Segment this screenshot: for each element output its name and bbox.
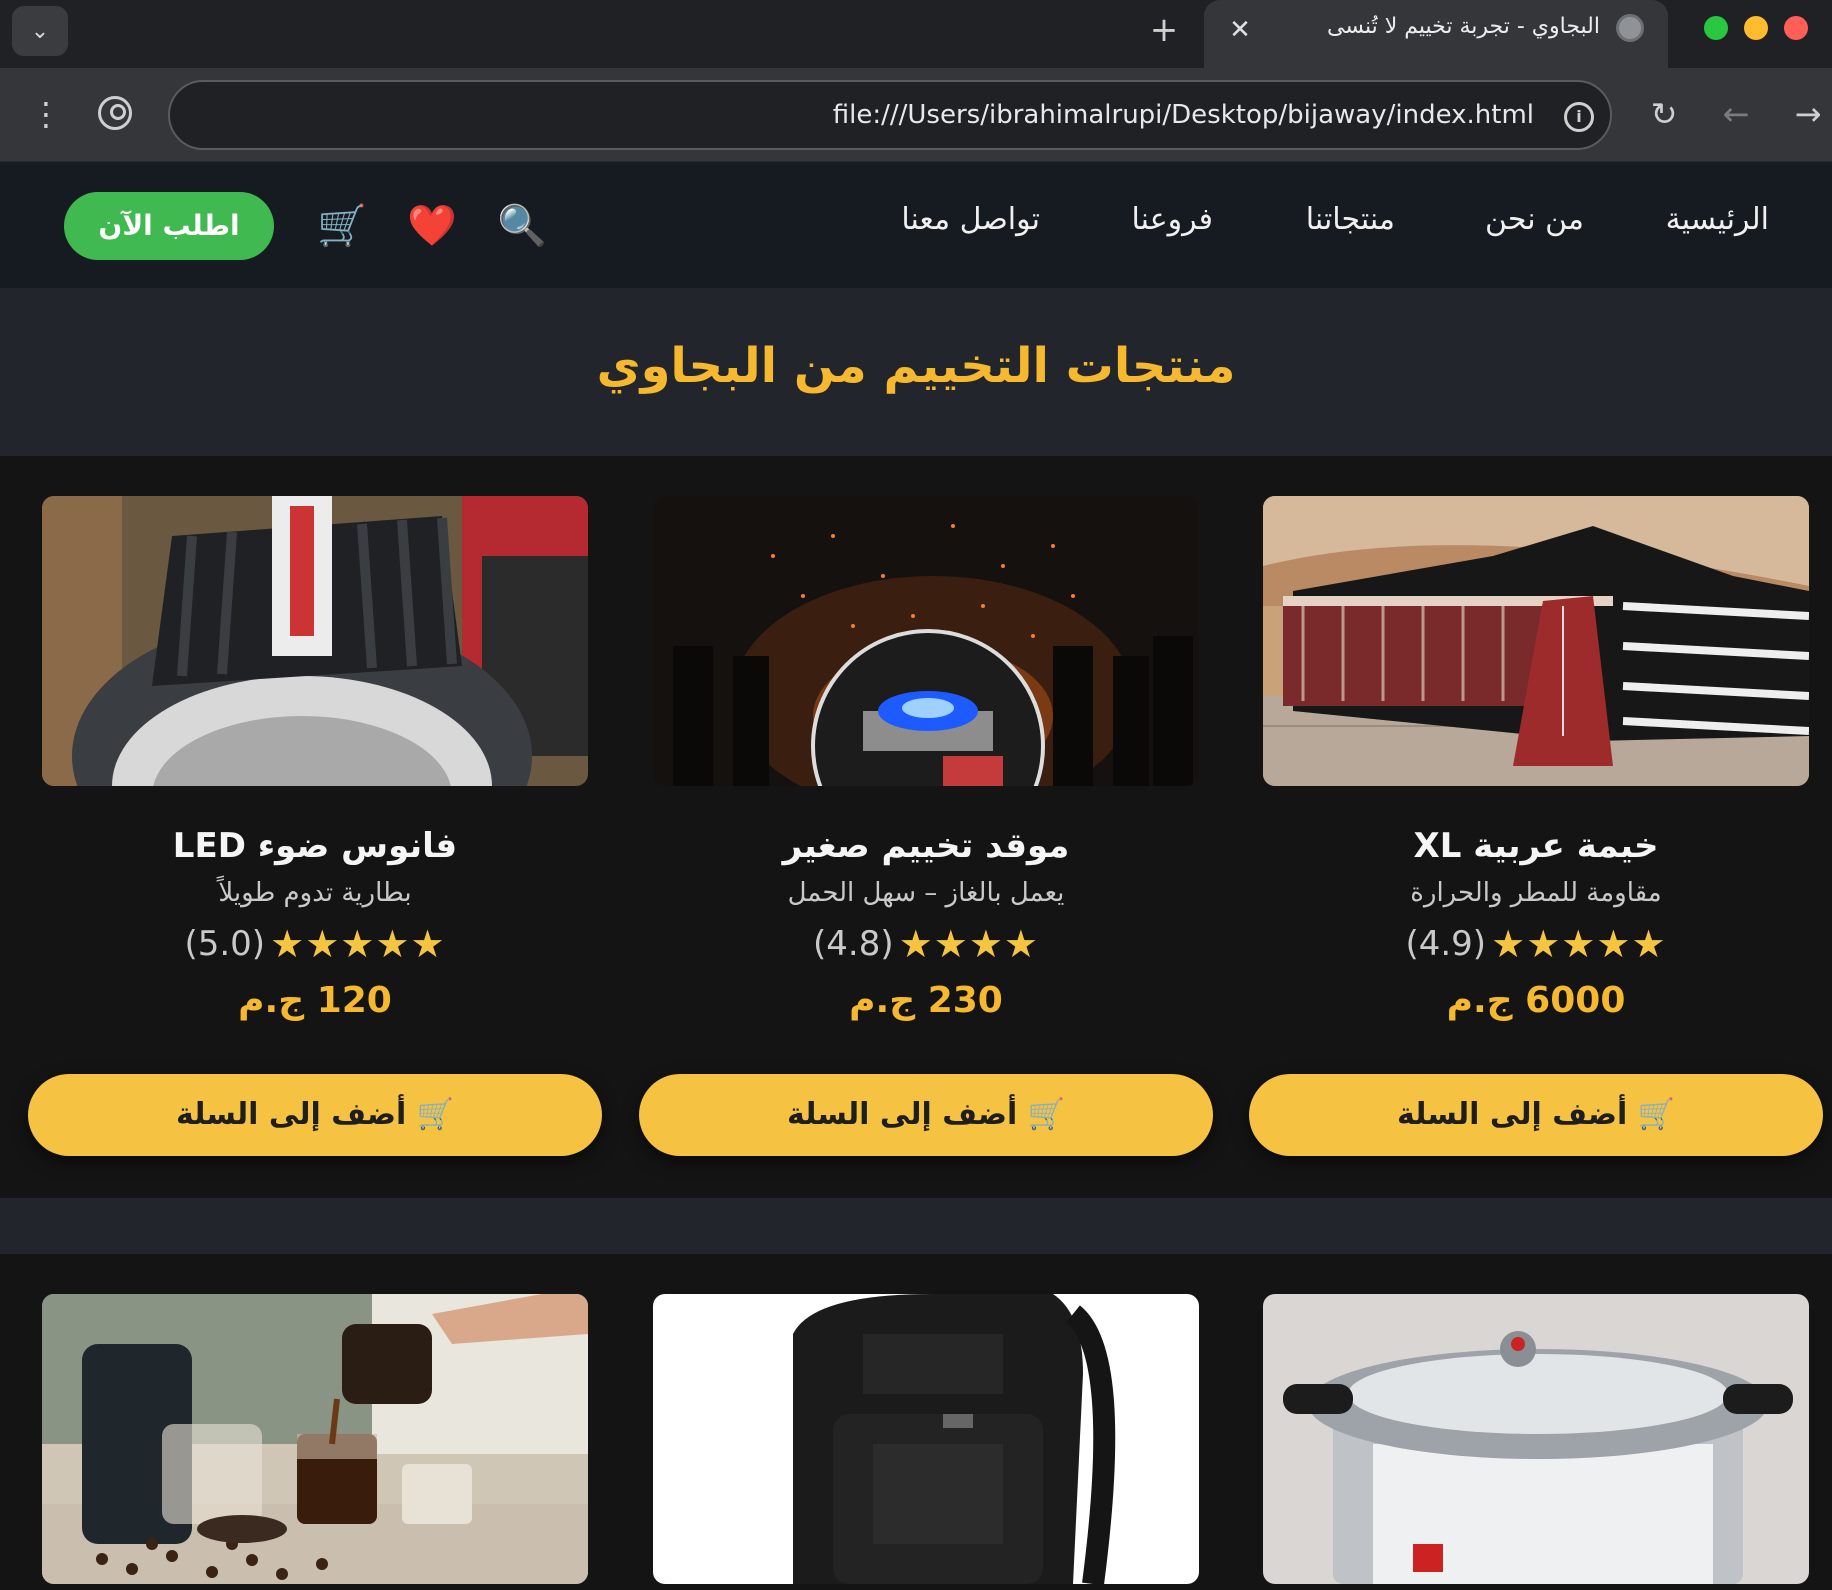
coffee-pouring-image <box>42 1294 588 1584</box>
nav-home[interactable]: الرئيسية <box>1666 202 1769 237</box>
menu-kebab-icon[interactable]: ⋮ <box>30 90 62 138</box>
black-backpack-image <box>653 1294 1199 1584</box>
product-price: 6000 ج.م <box>1446 980 1626 1021</box>
rating-value: (4.8) <box>813 924 894 964</box>
product-name: خيمة عربية XL <box>1413 826 1659 866</box>
product-rating: (4.9) ★★★★★ <box>1249 922 1823 966</box>
url-text[interactable]: file:///Users/ibrahimalrupi/Desktop/bija… <box>833 100 1534 130</box>
heart-icon[interactable]: ❤️ <box>404 198 460 254</box>
window-minimize-button[interactable] <box>1744 16 1768 40</box>
window-close-button[interactable] <box>1784 16 1808 40</box>
forward-arrow-icon[interactable]: → <box>1786 90 1830 138</box>
add-to-cart-button[interactable]: 🛒 أضف إلى السلة <box>1249 1074 1823 1156</box>
product-row: خيمة عربية XL مقاومة للمطر والحرارة (4.9… <box>0 456 1832 1198</box>
address-bar[interactable]: file:///Users/ibrahimalrupi/Desktop/bija… <box>168 80 1612 150</box>
add-to-cart-button[interactable]: 🛒 أضف إلى السلة <box>639 1074 1213 1156</box>
nav-branches[interactable]: فروعنا <box>1132 202 1213 237</box>
product-desc: مقاومة للمطر والحرارة <box>1410 878 1662 908</box>
rating-value: (4.9) <box>1405 924 1487 964</box>
product-rating: (5.0) ★★★★★ <box>28 922 602 966</box>
search-icon[interactable]: 🔍 <box>494 198 550 254</box>
campfire-stove-image <box>653 496 1199 786</box>
browser-tab[interactable]: ✕ البجاوي - تجربة تخييم لا تُنسى <box>1204 0 1668 68</box>
product-rating: (4.8) ★★★★ <box>639 922 1213 966</box>
section-divider <box>0 1198 1832 1254</box>
title-band: منتجات التخييم من البجاوي <box>0 288 1832 456</box>
product-card <box>28 1294 602 1590</box>
browser-tab-bar: ⌄ + ✕ البجاوي - تجربة تخييم لا تُنسى <box>0 0 1832 68</box>
star-icons: ★★★★★ <box>1491 922 1667 966</box>
star-icons: ★★★★ <box>898 922 1039 966</box>
nav-about[interactable]: من نحن <box>1485 202 1584 237</box>
order-now-button[interactable]: اطلب الآن <box>64 192 274 260</box>
product-card <box>1249 1294 1823 1590</box>
star-icons: ★★★★★ <box>270 922 446 966</box>
globe-icon <box>1616 14 1644 42</box>
profile-icon[interactable] <box>98 96 132 130</box>
product-desc: بطارية تدوم طويلاً <box>218 878 412 908</box>
browser-toolbar: ⋮ file:///Users/ibrahimalrupi/Desktop/bi… <box>0 68 1832 162</box>
site-info-icon[interactable]: i <box>1564 102 1594 132</box>
product-row <box>0 1254 1832 1590</box>
arabic-tent-image <box>1263 496 1809 786</box>
new-tab-button[interactable]: + <box>1142 8 1186 52</box>
product-name: موقد تخييم صغير <box>782 826 1070 866</box>
led-lantern-image <box>42 496 588 786</box>
product-card: خيمة عربية XL مقاومة للمطر والحرارة (4.9… <box>1249 496 1823 1158</box>
back-arrow-icon[interactable]: ← <box>1714 90 1758 138</box>
nav-contact[interactable]: تواصل معنا <box>901 202 1040 237</box>
tab-search-chevron-icon[interactable]: ⌄ <box>12 6 68 56</box>
pressure-cooker-image <box>1263 1294 1809 1584</box>
window-maximize-button[interactable] <box>1704 16 1728 40</box>
tab-title: البجاوي - تجربة تخييم لا تُنسى <box>1326 14 1600 39</box>
page-title: منتجات التخييم من البجاوي <box>596 338 1236 394</box>
site-header: اطلب الآن 🛒 ❤️ 🔍 الرئيسية من نحن منتجاتن… <box>0 162 1832 288</box>
product-desc: يعمل بالغاز – سهل الحمل <box>787 878 1065 908</box>
rating-value: (5.0) <box>184 924 266 964</box>
cart-icon[interactable]: 🛒 <box>314 198 370 254</box>
product-card: فانوس ضوء LED بطارية تدوم طويلاً (5.0) ★… <box>28 496 602 1158</box>
product-name: فانوس ضوء LED <box>172 826 458 866</box>
product-price: 230 ج.م <box>849 980 1003 1021</box>
nav-products[interactable]: منتجاتنا <box>1306 202 1395 237</box>
reload-icon[interactable]: ↻ <box>1642 90 1686 138</box>
product-card <box>639 1294 1213 1590</box>
add-to-cart-button[interactable]: 🛒 أضف إلى السلة <box>28 1074 602 1156</box>
product-price: 120 ج.م <box>238 980 392 1021</box>
product-card: موقد تخييم صغير يعمل بالغاز – سهل الحمل … <box>639 496 1213 1158</box>
tab-close-icon[interactable]: ✕ <box>1222 12 1258 48</box>
